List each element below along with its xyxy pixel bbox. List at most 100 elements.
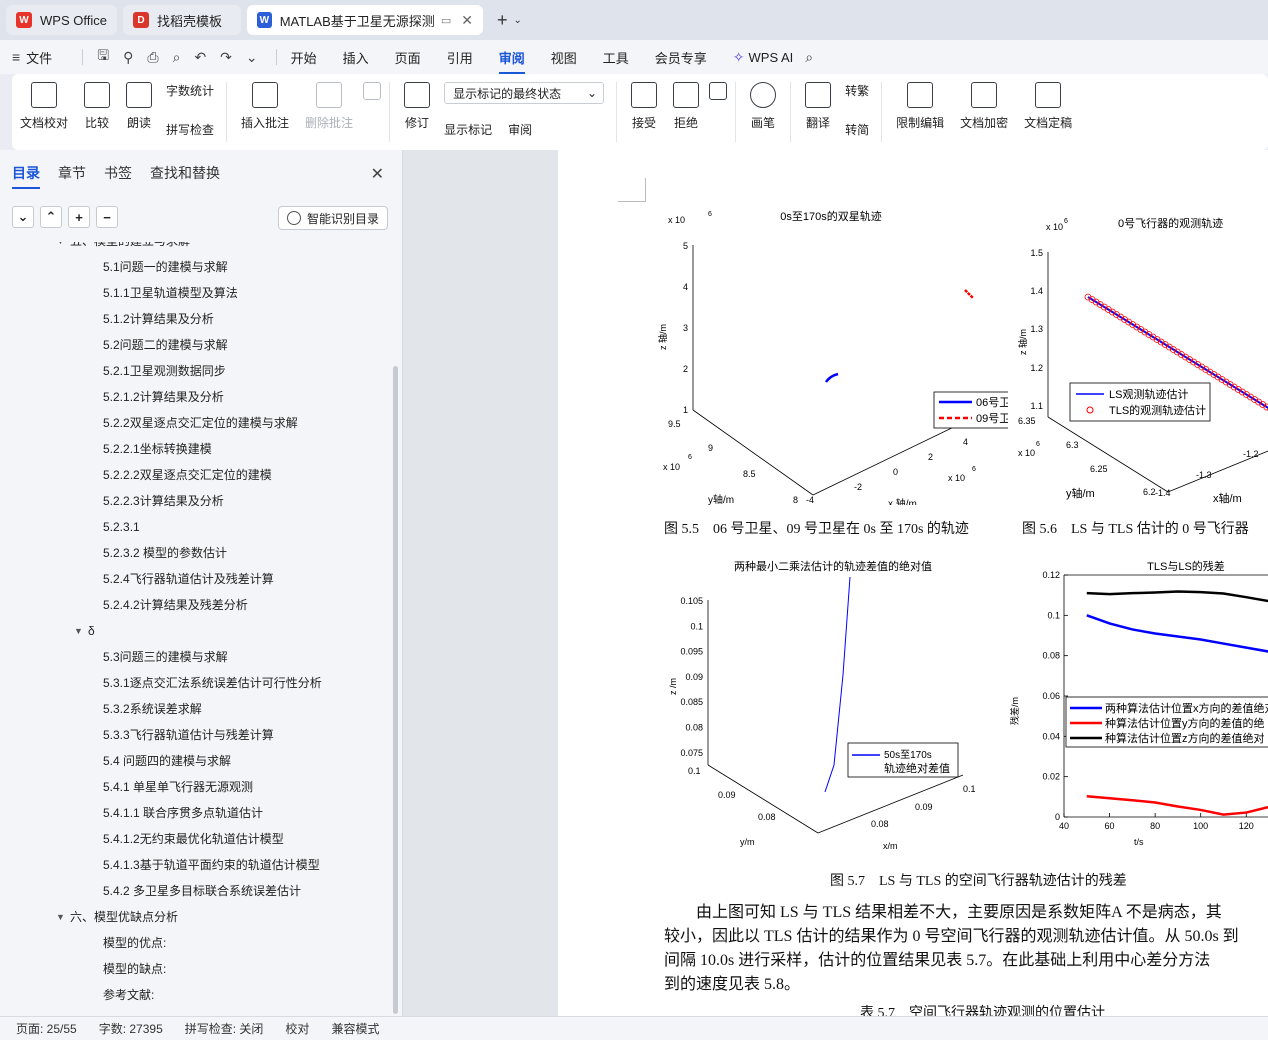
- toc-item[interactable]: 5.2.1.2计算结果及分析: [0, 384, 390, 410]
- menu-review[interactable]: 审阅: [498, 48, 525, 74]
- toc-item[interactable]: ▼ δ: [0, 618, 390, 644]
- toc-item[interactable]: 5.2.2.2双星逐点交汇定位的建模: [0, 462, 390, 488]
- toc-item[interactable]: 5.4 问题四的建模与求解: [0, 748, 390, 774]
- comment-nav-button[interactable]: [363, 82, 382, 106]
- menu-wps-ai[interactable]: WPS AI: [749, 50, 794, 65]
- toc-item[interactable]: 模型的缺点:: [0, 956, 390, 982]
- expand-triangle-icon[interactable]: ▼: [56, 242, 65, 254]
- redo-icon[interactable]: ↷: [220, 49, 232, 66]
- toc-item[interactable]: 5.4.1 单星单飞行器无源观测: [0, 774, 390, 800]
- spell-check-toggle[interactable]: 拼写检查: 关闭: [185, 1020, 264, 1037]
- close-icon[interactable]: ✕: [371, 164, 384, 184]
- menu-insert[interactable]: 插入: [343, 48, 369, 67]
- to-traditional-button[interactable]: 转繁: [845, 82, 869, 99]
- new-tab-icon[interactable]: +: [497, 10, 508, 31]
- markup-dropdown[interactable]: 显示标记的最终状态 ⌄: [444, 82, 605, 104]
- toc-item[interactable]: 5.2.1卫星观测数据同步: [0, 358, 390, 384]
- toc-item[interactable]: 5.2.2.3计算结果及分析: [0, 488, 390, 514]
- smart-toc-button[interactable]: 智能识别目录: [277, 206, 388, 230]
- toc-item[interactable]: 5.1.1卫星轨道模型及算法: [0, 280, 390, 306]
- toc-item[interactable]: 5.4.1.3基于轨道平面约束的轨道估计模型: [0, 852, 390, 878]
- expand-triangle-icon[interactable]: ▼: [56, 904, 65, 930]
- toc-item[interactable]: 模型的优点:: [0, 930, 390, 956]
- toc-item[interactable]: 5.1.2计算结果及分析: [0, 306, 390, 332]
- finalize-button[interactable]: 文档定稿: [1024, 82, 1072, 131]
- close-icon[interactable]: ✕: [461, 12, 473, 29]
- insert-comment-button[interactable]: 插入批注: [241, 82, 289, 131]
- toc-item[interactable]: 5.1问题一的建模与求解: [0, 254, 390, 280]
- tab-chapters[interactable]: 章节: [58, 163, 86, 183]
- toc-item[interactable]: ▼ 六、模型优缺点分析: [0, 904, 390, 930]
- monitor-icon[interactable]: ▭: [441, 14, 451, 27]
- restrict-edit-button[interactable]: 限制编辑: [896, 82, 944, 131]
- toc-item[interactable]: 5.3问题三的建模与求解: [0, 644, 390, 670]
- menu-member[interactable]: 会员专享: [655, 48, 707, 67]
- pen-button[interactable]: 画笔: [750, 82, 777, 131]
- show-markup-button[interactable]: 显示标记: [444, 121, 492, 138]
- toc-item[interactable]: 参考文献:: [0, 982, 390, 1008]
- print-icon[interactable]: ⎙: [147, 49, 158, 66]
- tab-wps-office[interactable]: W WPS Office: [6, 5, 117, 35]
- tab-document[interactable]: W MATLAB基于卫星无源探测的 ▭ ✕: [246, 5, 483, 35]
- toc-item[interactable]: 5.2.2.1坐标转换建模: [0, 436, 390, 462]
- toc-item[interactable]: 5.3.2系统误差求解: [0, 696, 390, 722]
- toc-item[interactable]: 5.3.1逐点交汇法系统误差估计可行性分析: [0, 670, 390, 696]
- encrypt-button[interactable]: 文档加密: [960, 82, 1008, 131]
- link-icon[interactable]: ⚲: [123, 49, 133, 66]
- toc-item[interactable]: ▼ 五、模型的建立与求解: [0, 242, 390, 254]
- chevron-down-icon[interactable]: ⌄: [12, 206, 34, 228]
- toc-item[interactable]: 5.4.1.2无约束最优化轨道估计模型: [0, 826, 390, 852]
- menu-reference[interactable]: 引用: [447, 48, 473, 67]
- proofread-indicator[interactable]: 校对: [285, 1020, 309, 1037]
- word-count-indicator[interactable]: 字数: 27395: [99, 1020, 163, 1037]
- x-axis-label: x轴/m: [1213, 491, 1242, 505]
- search-icon[interactable]: ⌕: [805, 49, 813, 66]
- toc-item[interactable]: 5.2问题二的建模与求解: [0, 332, 390, 358]
- accept-button[interactable]: 接受: [631, 82, 658, 131]
- tab-bookmarks[interactable]: 书签: [104, 163, 132, 183]
- revise-button[interactable]: 修订: [404, 82, 431, 131]
- chevron-up-icon[interactable]: ⌃: [40, 206, 62, 228]
- toc-item[interactable]: 5.2.3.2 模型的参数估计: [0, 540, 390, 566]
- menu-start[interactable]: 开始: [291, 48, 317, 67]
- toc-item[interactable]: 5.2.2双星逐点交汇定位的建模与求解: [0, 410, 390, 436]
- toc-item[interactable]: 5.4.1.1 联合序贯多点轨道估计: [0, 800, 390, 826]
- translate-button[interactable]: 翻译: [805, 82, 832, 131]
- chevron-down-icon[interactable]: ⌄: [246, 49, 258, 66]
- read-aloud-button[interactable]: 朗读: [126, 82, 153, 131]
- tab-toc[interactable]: 目录: [12, 163, 40, 189]
- review-pane-button[interactable]: 审阅: [508, 121, 532, 138]
- plus-icon[interactable]: +: [68, 206, 90, 228]
- undo-icon[interactable]: ↶: [194, 49, 206, 66]
- chevron-down-icon[interactable]: ⌄: [513, 15, 521, 26]
- reject-button[interactable]: 拒绝: [673, 82, 700, 131]
- wps-ai-icon[interactable]: ✧: [733, 49, 745, 66]
- delete-comment-button[interactable]: 删除批注: [305, 82, 353, 131]
- spell-check-button[interactable]: 拼写检查: [166, 121, 214, 138]
- menu-view[interactable]: 视图: [551, 48, 577, 67]
- toc-item[interactable]: 5.2.3.1: [0, 514, 390, 540]
- compare-button[interactable]: 比较: [84, 82, 111, 131]
- expand-triangle-icon[interactable]: ▼: [74, 618, 83, 644]
- save-icon[interactable]: 🖫: [97, 45, 109, 69]
- toc-scrollbar[interactable]: [393, 366, 398, 1014]
- hamburger-icon[interactable]: ≡: [12, 49, 20, 65]
- toc-item[interactable]: 5.4.2 多卫星多目标联合系统误差估计: [0, 878, 390, 904]
- change-nav-button[interactable]: [709, 82, 728, 106]
- document-page: 0s至170s的双星轨迹 x 10 6 5 4 3 2 1 z 轴/m 9.5 …: [558, 150, 1268, 1016]
- print-preview-icon[interactable]: ⌕: [173, 49, 181, 66]
- to-simplified-button[interactable]: 转简: [845, 121, 869, 138]
- tab-docer-templates[interactable]: D 找稻壳模板: [122, 5, 241, 35]
- proofread-button[interactable]: 文档校对: [20, 82, 68, 131]
- menu-file[interactable]: 文件: [26, 48, 52, 67]
- toc-item[interactable]: 5.2.4.2计算结果及残差分析: [0, 592, 390, 618]
- toc-item[interactable]: 5.3.3飞行器轨道估计与残差计算: [0, 722, 390, 748]
- minus-icon[interactable]: −: [96, 206, 118, 228]
- toc-item-label: 5.4.1.2无约束最优化轨道估计模型: [103, 832, 284, 846]
- toc-item[interactable]: 5.2.4飞行器轨道估计及残差计算: [0, 566, 390, 592]
- tab-find-replace[interactable]: 查找和替换: [150, 163, 220, 183]
- menu-tools[interactable]: 工具: [603, 48, 629, 67]
- menu-page[interactable]: 页面: [395, 48, 421, 67]
- word-count-button[interactable]: 字数统计: [166, 82, 214, 99]
- page-indicator[interactable]: 页面: 25/55: [16, 1020, 77, 1037]
